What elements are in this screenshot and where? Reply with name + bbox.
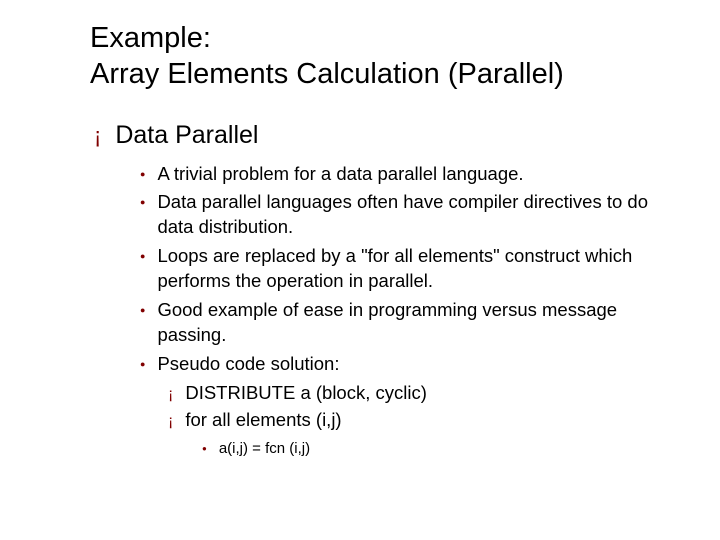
disc-bullet-icon: ● bbox=[140, 250, 145, 262]
list-item: ¡ for all elements (i,j) bbox=[168, 408, 680, 433]
disc-bullet-icon: ● bbox=[140, 196, 145, 208]
disc-bullet-icon: ● bbox=[202, 444, 207, 454]
list-item: ● a(i,j) = fcn (i,j) bbox=[202, 439, 680, 459]
level2-list: ● A trivial problem for a data parallel … bbox=[140, 162, 680, 459]
level1-text: Data Parallel bbox=[115, 121, 258, 150]
title-line-1: Example: bbox=[90, 22, 211, 54]
circle-bullet-icon: ¡ bbox=[168, 411, 173, 433]
disc-bullet-icon: ● bbox=[140, 358, 145, 370]
list-item-text: DISTRIBUTE a (block, cyclic) bbox=[185, 381, 427, 406]
level3-list: ¡ DISTRIBUTE a (block, cyclic) ¡ for all… bbox=[168, 381, 680, 458]
level1-item: ¡ Data Parallel bbox=[94, 121, 680, 150]
level4-list: ● a(i,j) = fcn (i,j) bbox=[202, 439, 680, 459]
circle-bullet-icon: ¡ bbox=[168, 384, 173, 406]
list-item-text: Pseudo code solution: bbox=[157, 352, 680, 377]
slide-content: Example: Array Elements Calculation (Par… bbox=[0, 0, 720, 540]
list-item: ● A trivial problem for a data parallel … bbox=[140, 162, 680, 187]
title-line-2: Array Elements Calculation (Parallel) bbox=[90, 58, 564, 90]
list-item-text: Loops are replaced by a "for all element… bbox=[157, 244, 680, 294]
list-item: ● Data parallel languages often have com… bbox=[140, 190, 680, 240]
list-item-text: a(i,j) = fcn (i,j) bbox=[219, 439, 310, 459]
list-item-text: Data parallel languages often have compi… bbox=[157, 190, 680, 240]
list-item: ● Good example of ease in programming ve… bbox=[140, 298, 680, 348]
disc-bullet-icon: ● bbox=[140, 304, 145, 316]
circle-bullet-icon: ¡ bbox=[94, 125, 101, 147]
slide-title: Example: Array Elements Calculation (Par… bbox=[90, 20, 680, 93]
list-item-text: A trivial problem for a data parallel la… bbox=[157, 162, 680, 187]
list-item-text: Good example of ease in programming vers… bbox=[157, 298, 680, 348]
list-item: ● Loops are replaced by a "for all eleme… bbox=[140, 244, 680, 294]
list-item: ● Pseudo code solution: bbox=[140, 352, 680, 377]
disc-bullet-icon: ● bbox=[140, 168, 145, 180]
list-item: ¡ DISTRIBUTE a (block, cyclic) bbox=[168, 381, 680, 406]
list-item-text: for all elements (i,j) bbox=[185, 408, 341, 433]
